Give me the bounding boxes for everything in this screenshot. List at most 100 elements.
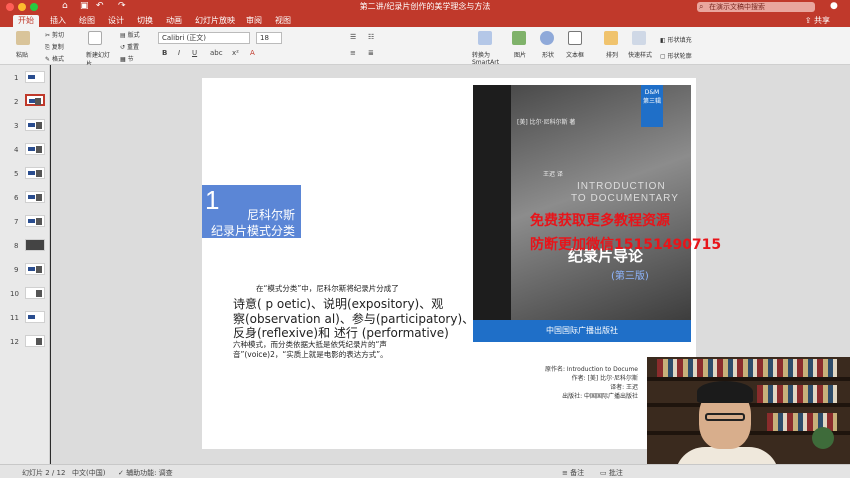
font-color-button[interactable]: A	[250, 49, 255, 57]
slide-thumb-11[interactable]	[25, 311, 45, 323]
book-author: [美] 比尔·尼科尔斯 著	[517, 119, 576, 126]
share-label: 共享	[814, 16, 830, 25]
shape-icon[interactable]	[540, 31, 554, 45]
slide-thumb-5[interactable]	[25, 167, 45, 179]
thumb-number: 2	[14, 98, 19, 106]
tab-insert[interactable]: 插入	[45, 15, 71, 27]
slide-thumb-9[interactable]	[25, 263, 45, 275]
comments-button[interactable]: ▭ 批注	[600, 468, 623, 478]
quick-style-label: 快速样式	[628, 52, 653, 59]
underline-button[interactable]: U	[192, 49, 197, 57]
layout-button[interactable]: ▤ 版式	[120, 30, 140, 39]
dm-sub: 第三辑	[642, 98, 661, 105]
accessibility-indicator[interactable]: ✓ 辅助功能: 调查	[118, 468, 173, 478]
search-icon: ⌕	[699, 2, 704, 11]
slide-thumb-7[interactable]	[25, 215, 45, 227]
tab-transitions[interactable]: 切换	[132, 15, 158, 27]
slide-thumb-12[interactable]	[25, 335, 45, 347]
quick-style-icon[interactable]	[632, 31, 646, 45]
superscript-button[interactable]: x²	[232, 49, 239, 57]
search-placeholder: 在演示文稿中搜索	[709, 3, 765, 11]
tab-draw[interactable]: 绘图	[74, 15, 100, 27]
language-indicator[interactable]: 中文(中国)	[72, 468, 105, 478]
shape-fill-button[interactable]: ◧ 形状填充	[660, 35, 692, 44]
book-meta-line4: 出版社: 中国国际广播出版社	[562, 393, 638, 400]
numbering-button[interactable]: ☷	[368, 33, 374, 41]
shape-fill-label: 形状填充	[667, 37, 692, 44]
bold-button[interactable]: B	[162, 49, 167, 57]
picture-label: 图片	[514, 52, 527, 59]
slide-thumb-8[interactable]	[25, 239, 45, 251]
section-title-line1: 尼科尔斯	[246, 208, 295, 222]
publisher-band: 中国国际广播出版社	[473, 320, 691, 342]
thumb-number: 11	[10, 314, 19, 322]
share-button[interactable]: ⇪ 共享	[805, 15, 830, 26]
thumb-number: 1	[14, 74, 19, 82]
slide-count: 幻灯片 2 / 12	[22, 469, 66, 477]
tail-line2[interactable]: 音”(voice)2，“实质上就是电影的表达方式”。	[233, 349, 388, 360]
thumb-number: 8	[14, 242, 19, 250]
status-bar: 幻灯片 2 / 12 中文(中国) ✓ 辅助功能: 调查 ≡ 备注 ▭ 批注	[0, 464, 850, 478]
notes-label: 备注	[570, 469, 585, 477]
slide-thumb-2[interactable]	[25, 94, 45, 106]
slide-thumb-10[interactable]	[25, 287, 45, 299]
tab-animations[interactable]: 动画	[161, 15, 187, 27]
title-bar: ⌂ ▣ ↶ ↷ 第二讲/纪录片创作的美学理念与方法 ⌕ 在演示文稿中搜索 ●	[0, 0, 850, 14]
thumb-number: 5	[14, 170, 19, 178]
new-slide-icon[interactable]	[88, 31, 102, 45]
book-meta-line3: 译者: 王迟	[610, 384, 638, 391]
font-name-select[interactable]: Calibri (正文)	[158, 32, 250, 44]
bullets-button[interactable]: ☰	[350, 33, 356, 41]
glasses	[705, 413, 745, 421]
book-title-en-line1: INTRODUCTION	[577, 181, 666, 192]
section-block[interactable]: 1 尼科尔斯 纪录片模式分类	[202, 185, 301, 238]
presenter-hair	[697, 381, 753, 403]
slide-thumb-1[interactable]	[25, 71, 45, 83]
shape-outline-label: 形状轮廓	[667, 53, 692, 60]
textbox-icon[interactable]	[568, 31, 582, 45]
section-button[interactable]: ▦ 节	[120, 54, 134, 63]
font-size-select[interactable]: 18	[256, 32, 282, 44]
section-title-line2: 纪录片模式分类	[210, 224, 295, 238]
thumb-number: 4	[14, 146, 19, 154]
book-title-en-line2: TO DOCUMENTARY	[571, 193, 679, 204]
italic-button[interactable]: I	[178, 49, 180, 57]
shape-outline-button[interactable]: ▢ 形状轮廓	[660, 51, 692, 60]
reset-button[interactable]: ↺ 重置	[120, 42, 139, 51]
plant	[812, 427, 834, 449]
slide-thumbnails-panel: 1 2 3 4 5 6 7 8 9 10 11 12	[0, 65, 50, 464]
account-icon[interactable]: ●	[830, 1, 838, 11]
cut-button[interactable]: ✂ 剪切	[45, 30, 64, 39]
align-center-button[interactable]: ≣	[368, 49, 374, 57]
shape-label: 形状	[542, 52, 555, 59]
tab-home[interactable]: 开始	[13, 15, 39, 27]
textbox-label: 文本框	[566, 52, 585, 59]
tab-review[interactable]: 审阅	[241, 15, 267, 27]
tab-slideshow[interactable]: 幻灯片放映	[190, 15, 240, 27]
paste-icon[interactable]	[16, 31, 30, 45]
notes-button[interactable]: ≡ 备注	[562, 468, 584, 478]
align-left-button[interactable]: ≡	[350, 49, 356, 57]
ribbon: 粘贴 ✂ 剪切 ⎘ 复制 ✎ 格式 新建幻灯片 ▤ 版式 ↺ 重置 ▦ 节 Ca…	[0, 27, 850, 68]
intro-text[interactable]: 在“模式分类”中，尼科尔斯将纪录片分成了	[256, 283, 399, 294]
format-painter-button[interactable]: ✎ 格式	[45, 54, 64, 63]
book-meta-line1: 原作名: Introduction to Docume	[544, 366, 638, 373]
search-input[interactable]: ⌕ 在演示文稿中搜索	[697, 2, 815, 12]
strikethrough-button[interactable]: abc	[210, 49, 223, 57]
book-meta-line2: 作者: [美] 比尔·尼科尔斯	[571, 375, 638, 382]
arrange-icon[interactable]	[604, 31, 618, 45]
smartart-icon[interactable]	[478, 31, 492, 45]
book-translator: 王迟 译	[543, 171, 563, 178]
slide-thumb-4[interactable]	[25, 143, 45, 155]
format-label: 格式	[51, 56, 64, 63]
slide-thumb-3[interactable]	[25, 119, 45, 131]
thumb-number: 9	[14, 266, 19, 274]
tab-design[interactable]: 设计	[103, 15, 129, 27]
webcam-overlay	[647, 357, 850, 478]
slide-thumb-6[interactable]	[25, 191, 45, 203]
section-number: 1	[205, 185, 220, 215]
tab-view[interactable]: 视图	[270, 15, 296, 27]
accessibility-label: 辅助功能: 调查	[126, 469, 173, 477]
picture-icon[interactable]	[512, 31, 526, 45]
copy-button[interactable]: ⎘ 复制	[45, 42, 64, 52]
